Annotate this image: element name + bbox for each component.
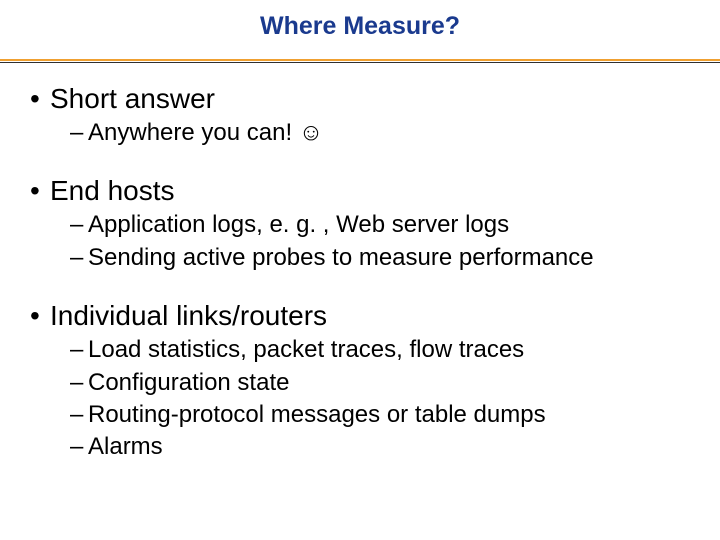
bullet-level-1: •End hosts [24,175,696,207]
sub-bullet-text: Configuration state [88,369,289,396]
bullet-level-2: –Alarms [24,431,696,463]
bullet-text: Short answer [50,83,215,114]
bullet-group: •Individual links/routers –Load statisti… [24,300,696,464]
dash-marker: – [70,367,88,399]
dash-marker: – [70,242,88,274]
bullet-level-2: –Load statistics, packet traces, flow tr… [24,334,696,366]
dash-marker: – [70,431,88,463]
bullet-level-2: –Sending active probes to measure perfor… [24,242,696,274]
sub-bullet-text: Application logs, e. g. , Web server log… [88,211,509,238]
bullet-marker: • [30,175,50,207]
bullet-text: Individual links/routers [50,300,327,331]
bullet-group: •End hosts –Application logs, e. g. , We… [24,175,696,274]
divider-accent [0,59,720,61]
sub-bullet-text: Sending active probes to measure perform… [88,244,594,271]
sub-bullet-text: Routing-protocol messages or table dumps [88,401,546,428]
bullet-level-2: –Application logs, e. g. , Web server lo… [24,209,696,241]
dash-marker: – [70,399,88,431]
slide: Where Measure? •Short answer –Anywhere y… [0,0,720,540]
dash-marker: – [70,334,88,366]
bullet-marker: • [30,300,50,332]
bullet-level-1: •Short answer [24,83,696,115]
bullet-group: •Short answer –Anywhere you can! ☺ [24,83,696,149]
divider-line [0,62,720,63]
dash-marker: – [70,209,88,241]
dash-marker: – [70,117,88,149]
content-area: •Short answer –Anywhere you can! ☺ •End … [0,63,720,464]
sub-bullet-text: Alarms [88,433,163,460]
bullet-level-2: –Configuration state [24,367,696,399]
divider [0,59,720,63]
title-area: Where Measure? [0,0,720,49]
sub-bullet-text: Anywhere you can! ☺ [88,119,323,146]
sub-bullet-text: Load statistics, packet traces, flow tra… [88,336,524,363]
bullet-level-2: –Anywhere you can! ☺ [24,117,696,149]
bullet-text: End hosts [50,175,175,206]
bullet-level-2: –Routing-protocol messages or table dump… [24,399,696,431]
bullet-level-1: •Individual links/routers [24,300,696,332]
page-title: Where Measure? [0,12,720,41]
bullet-marker: • [30,83,50,115]
